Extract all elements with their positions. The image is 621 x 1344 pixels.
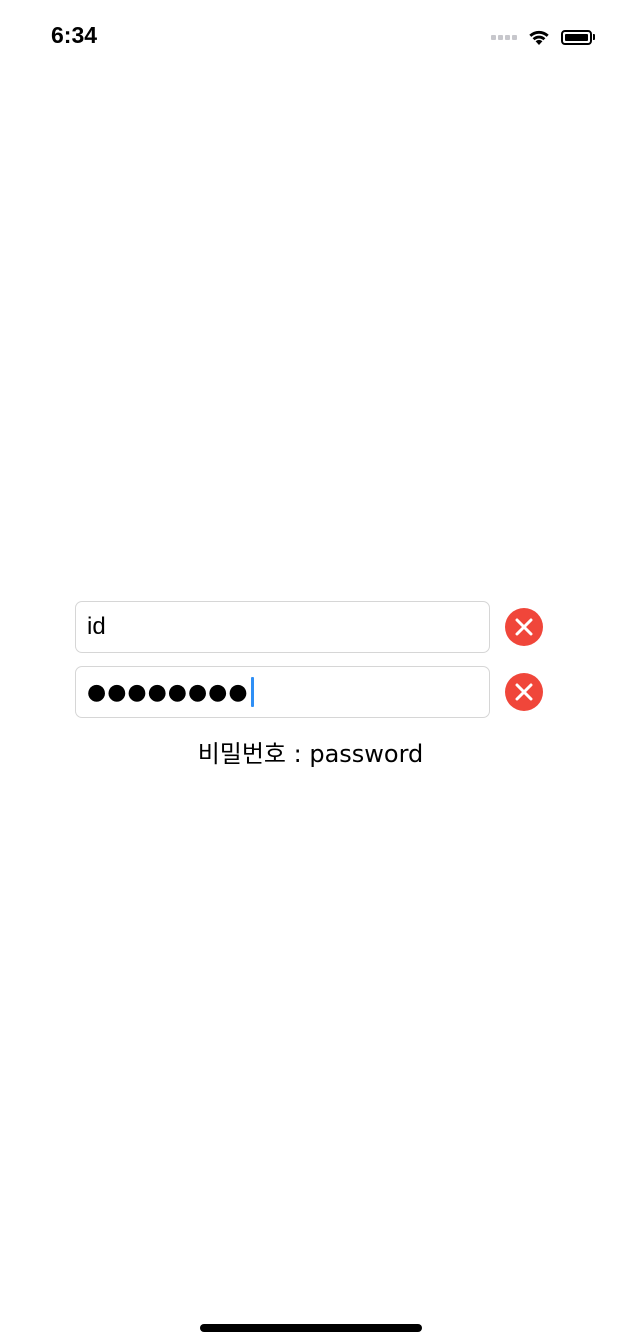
clear-circle-icon (515, 683, 533, 701)
password-field-value: ●●●●●●●● (87, 679, 249, 705)
status-icons (491, 24, 595, 50)
battery-fill (565, 33, 588, 41)
password-field-row: ●●●●●●●● (75, 666, 545, 718)
id-field-row: id (75, 601, 545, 653)
battery-icon (561, 29, 595, 45)
wifi-icon (529, 30, 549, 45)
cellular-signal-icon (491, 34, 517, 40)
clear-id-button[interactable] (505, 608, 543, 646)
id-field-value: id (87, 613, 106, 640)
password-field[interactable]: ●●●●●●●● (75, 666, 490, 718)
login-screen: 6:34 id ●●●●●●●● 비밀번호: password (0, 0, 621, 1344)
id-field[interactable]: id (75, 601, 490, 653)
clear-password-button[interactable] (505, 673, 543, 711)
status-time: 6:34 (51, 22, 98, 48)
home-indicator[interactable] (200, 1324, 422, 1332)
password-hint-label: 비밀번호 : password (197, 740, 424, 768)
text-cursor (250, 677, 254, 707)
clear-circle-icon (515, 618, 533, 636)
